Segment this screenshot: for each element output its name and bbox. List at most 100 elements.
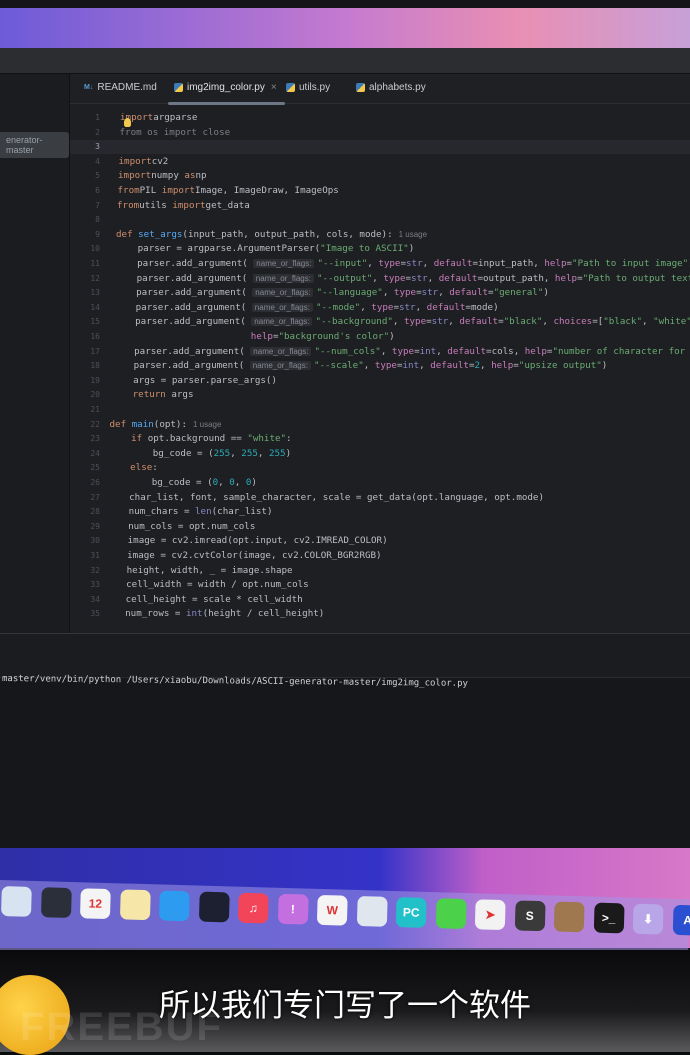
code-token: argparse (153, 112, 197, 123)
code-line[interactable]: 8 (70, 213, 690, 227)
code-line[interactable]: 21 (70, 403, 690, 417)
code-token: parser.add_argument( (115, 273, 253, 284)
code-token: , (381, 346, 392, 357)
code-line[interactable]: 13 parser.add_argument( name_or_flags:"-… (70, 286, 690, 300)
usage-hint[interactable]: 1 usage (399, 230, 427, 239)
code-text: cell_height = scale * cell_width (104, 593, 303, 607)
code-text: num_cols = opt.num_cols (106, 520, 255, 534)
code-line[interactable]: 14 parser.add_argument( name_or_flags:"-… (70, 301, 690, 315)
code-line[interactable]: 17 parser.add_argument( name_or_flags:"-… (70, 345, 690, 359)
code-token: parser.add_argument( (114, 302, 252, 313)
code-text: bg_code = (0, 0, 0) (108, 476, 257, 490)
line-number: 21 (78, 403, 100, 417)
video-subtitle: 所以我们专门写了一个软件 (0, 980, 690, 1025)
code-line[interactable]: 7fromutils importget_data (70, 199, 690, 213)
davinci-resolve-icon[interactable] (40, 887, 71, 918)
desktop-wallpaper-top (0, 0, 690, 48)
code-line[interactable]: 29 num_cols = opt.num_cols (70, 520, 690, 534)
preview-icon[interactable] (356, 896, 387, 927)
code-line[interactable]: 12 parser.add_argument( name_or_flags:"-… (70, 272, 690, 286)
code-line[interactable]: 30 image = cv2.imread(opt.input, cv2.IMR… (70, 534, 690, 548)
code-line[interactable]: 18 parser.add_argument( name_or_flags:"-… (70, 359, 690, 373)
code-editor[interactable]: 1importargparse2from os import close34im… (70, 105, 690, 625)
tab-utils[interactable]: utils.py (286, 82, 330, 93)
code-line[interactable]: 15 parser.add_argument( name_or_flags:"-… (70, 315, 690, 329)
line-number: 6 (78, 184, 100, 198)
code-token: def (110, 419, 132, 430)
iphone-mirroring-icon[interactable] (1, 886, 32, 917)
lightbulb-icon[interactable] (124, 118, 131, 127)
terminal-icon[interactable]: >_ (593, 903, 624, 934)
sublime-text-icon[interactable]: S (514, 900, 545, 931)
code-token: main (132, 419, 154, 430)
code-line[interactable]: 33 cell_width = width / opt.num_cols (70, 578, 690, 592)
code-text: char_list, font, sample_character, scale… (107, 491, 544, 505)
line-number: 16 (78, 330, 100, 344)
tab-alphabets[interactable]: alphabets.py (356, 82, 426, 93)
code-line[interactable]: 25 else: (70, 461, 690, 475)
editor-tabs: M↓README.md img2img_color.py× utils.py a… (70, 74, 690, 104)
code-text: from os import close (120, 126, 231, 140)
app-store-icon[interactable]: A (672, 905, 690, 936)
keynote-icon[interactable] (159, 890, 190, 921)
code-token: utils (139, 200, 172, 211)
code-token: parser.add_argument( (112, 360, 250, 371)
code-line[interactable]: 5importnumpy asnp (70, 169, 690, 183)
music-icon[interactable]: ♫ (238, 893, 269, 924)
feedback-icon[interactable]: ! (277, 894, 308, 925)
code-token: 255 (269, 448, 286, 459)
code-line[interactable]: 34 cell_height = scale * cell_width (70, 593, 690, 607)
code-line[interactable]: 22def main(opt):1 usage (70, 418, 690, 432)
code-line[interactable]: 10 parser = argparse.ArgumentParser("Ima… (70, 242, 690, 256)
code-line[interactable]: 6fromPIL importImage, ImageDraw, ImageOp… (70, 184, 690, 198)
usage-hint[interactable]: 1 usage (193, 420, 221, 429)
code-token: num_cols = opt.num_cols (106, 521, 255, 532)
tab-img2img-color[interactable]: img2img_color.py× (174, 82, 277, 93)
code-token: type (383, 273, 405, 284)
code-token: from os import close (120, 127, 231, 138)
wps-office-icon[interactable]: W (317, 895, 348, 926)
code-line[interactable]: 31 image = cv2.cvtColor(image, cv2.COLOR… (70, 549, 690, 563)
line-number: 13 (78, 286, 100, 300)
code-line[interactable]: 11 parser.add_argument( name_or_flags:"-… (70, 257, 690, 271)
notes-icon[interactable] (119, 889, 150, 920)
code-token: type (404, 316, 426, 327)
code-token: args (171, 389, 193, 400)
line-number: 19 (78, 374, 100, 388)
code-line[interactable]: 23 if opt.background == "white": (70, 432, 690, 446)
code-text: num_rows = int(height / cell_height) (103, 607, 324, 621)
code-line[interactable]: 24 bg_code = (255, 255, 255) (70, 447, 690, 461)
code-token: parser.add_argument( (112, 346, 250, 357)
code-line[interactable]: 19 args = parser.parse_args() (70, 374, 690, 388)
code-token: help (555, 273, 577, 284)
green-app-icon[interactable] (435, 898, 466, 929)
code-line[interactable]: 32 height, width, _ = image.shape (70, 564, 690, 578)
code-token: import (119, 156, 152, 167)
code-line[interactable]: 4importcv2 (70, 155, 690, 169)
downloads-icon[interactable]: ⬇ (633, 904, 664, 935)
code-line[interactable]: 20 return args (70, 388, 690, 402)
code-line[interactable]: 9def set_args(input_path, output_path, c… (70, 228, 690, 242)
code-line[interactable]: 28 num_chars = len(char_list) (70, 505, 690, 519)
line-number: 26 (78, 476, 100, 490)
tab-readme[interactable]: M↓README.md (84, 82, 157, 93)
code-line[interactable]: 16 help="background's color") (70, 330, 690, 344)
video-player-icon[interactable] (198, 892, 229, 923)
code-line[interactable]: 27 char_list, font, sample_character, sc… (70, 491, 690, 505)
code-text: parser = argparse.ArgumentParser("Image … (116, 242, 415, 256)
code-token: "white" (247, 433, 286, 444)
line-number: 20 (78, 388, 100, 402)
close-icon[interactable]: × (271, 82, 277, 93)
project-root-item[interactable]: enerator-master (0, 132, 69, 158)
code-line[interactable]: 35 num_rows = int(height / cell_height) (70, 607, 690, 621)
calendar-icon[interactable]: 12 (80, 888, 111, 919)
line-number: 28 (78, 505, 100, 519)
code-line[interactable]: 26 bg_code = (0, 0, 0) (70, 476, 690, 490)
terminal-panel[interactable]: master/venv/bin/python /Users/xiaobu/Dow… (0, 633, 690, 848)
red-arrow-app-icon[interactable]: ➤ (475, 899, 506, 930)
pycharm-icon[interactable]: PC (396, 897, 427, 928)
code-line[interactable]: 2from os import close (70, 126, 690, 140)
squirrel-app-icon[interactable] (554, 901, 585, 932)
code-line[interactable]: 3 (70, 140, 690, 154)
code-line[interactable]: 1importargparse (70, 111, 690, 125)
